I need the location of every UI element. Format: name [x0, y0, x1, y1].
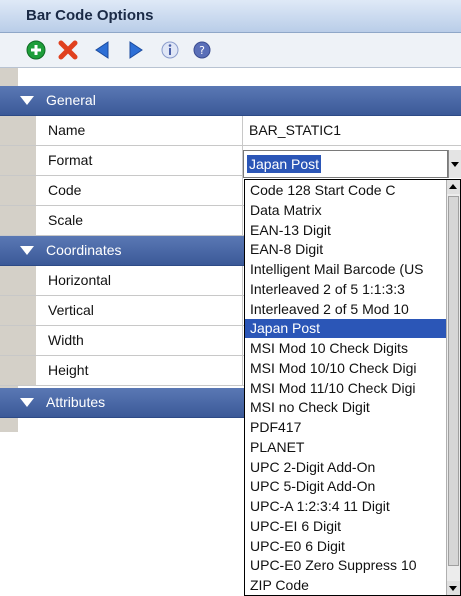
- info-icon[interactable]: [158, 38, 182, 62]
- property-name-cell: Height: [36, 356, 243, 385]
- property-name-cell: Name: [36, 116, 243, 145]
- dropdown-option[interactable]: EAN-13 Digit: [245, 221, 447, 240]
- property-name-cell: Format: [36, 146, 243, 175]
- property-label: Format: [48, 152, 93, 168]
- property-label: Code: [48, 182, 82, 198]
- dropdown-option[interactable]: UPC 5-Digit Add-On: [245, 477, 447, 496]
- category-label: Attributes: [46, 394, 106, 410]
- dropdown-option[interactable]: Interleaved 2 of 5 Mod 10: [245, 300, 447, 319]
- property-name-cell: Vertical: [36, 296, 243, 325]
- row-gutter: [18, 206, 36, 235]
- property-label: Name: [48, 122, 86, 138]
- dropdown-option[interactable]: PDF417: [245, 418, 447, 437]
- dropdown-option[interactable]: UPC-EI 6 Digit: [245, 517, 447, 536]
- property-name-cell: Scale: [36, 206, 243, 235]
- dropdown-scrollbar[interactable]: [446, 180, 460, 595]
- dropdown-option[interactable]: Code 128 Start Code C: [245, 181, 447, 200]
- svg-text:?: ?: [199, 44, 205, 57]
- dropdown-option[interactable]: UPC 2-Digit Add-On: [245, 458, 447, 477]
- row-gutter: [18, 116, 36, 145]
- row-gutter: [18, 356, 36, 385]
- dropdown-option[interactable]: Intelligent Mail Barcode (US: [245, 260, 447, 279]
- property-name-cell: Horizontal: [36, 266, 243, 295]
- category-label: General: [46, 92, 96, 108]
- dropdown-option[interactable]: MSI Mod 11/10 Check Digi: [245, 379, 447, 398]
- dropdown-option[interactable]: Data Matrix: [245, 201, 447, 220]
- dropdown-option[interactable]: UPC-E0 6 Digit: [245, 537, 447, 556]
- add-icon[interactable]: [24, 38, 48, 62]
- row-gutter: [18, 266, 36, 295]
- row-gutter: [18, 296, 36, 325]
- dropdown-option[interactable]: Japan Post: [245, 319, 447, 339]
- back-icon[interactable]: [90, 38, 114, 62]
- row-gutter: [18, 326, 36, 355]
- dropdown-option[interactable]: PLANET: [245, 438, 447, 457]
- format-dropdown-arrow-icon[interactable]: [448, 150, 461, 178]
- collapse-chevron-icon[interactable]: [20, 246, 34, 255]
- property-label: Vertical: [48, 302, 94, 318]
- delete-icon[interactable]: [56, 38, 80, 62]
- format-selected-value: Japan Post: [247, 155, 322, 173]
- property-row-name[interactable]: Name BAR_STATIC1: [0, 116, 461, 146]
- row-gutter: [18, 146, 36, 175]
- collapse-chevron-icon[interactable]: [20, 96, 34, 105]
- row-gutter: [18, 176, 36, 205]
- title-bar: Bar Code Options: [0, 0, 461, 33]
- property-label: Height: [48, 362, 89, 378]
- scroll-down-icon[interactable]: [447, 581, 460, 595]
- dropdown-option[interactable]: MSI Mod 10 Check Digits: [245, 339, 447, 358]
- dropdown-option[interactable]: Interleaved 2 of 5 1:1:3:3: [245, 280, 447, 299]
- dropdown-option[interactable]: ZIP Code: [245, 576, 447, 595]
- dropdown-option[interactable]: UPC-E0 Zero Suppress 10: [245, 556, 447, 575]
- toolbar: ?: [0, 33, 461, 68]
- forward-icon[interactable]: [124, 38, 148, 62]
- property-label: Scale: [48, 212, 84, 228]
- category-general[interactable]: General: [0, 86, 461, 116]
- dropdown-option[interactable]: UPC-A 1:2:3:4 11 Digit: [245, 497, 447, 516]
- dropdown-option[interactable]: MSI no Check Digit: [245, 398, 447, 417]
- dropdown-option[interactable]: MSI Mod 10/10 Check Digi: [245, 359, 447, 378]
- format-combo-input[interactable]: Japan Post: [243, 150, 448, 178]
- dropdown-option[interactable]: EAN-8 Digit: [245, 240, 447, 259]
- property-name-cell: Width: [36, 326, 243, 355]
- property-name-cell: Code: [36, 176, 243, 205]
- category-label: Coordinates: [46, 242, 122, 258]
- scrollbar-thumb[interactable]: [448, 196, 459, 566]
- property-label: Width: [48, 332, 84, 348]
- format-dropdown-list[interactable]: Code 128 Start Code C Data Matrix EAN-13 D…: [244, 179, 461, 596]
- collapse-chevron-icon[interactable]: [20, 398, 34, 407]
- help-icon[interactable]: ?: [190, 38, 214, 62]
- property-label: Horizontal: [48, 272, 112, 288]
- scroll-up-icon[interactable]: [447, 180, 460, 194]
- property-value: BAR_STATIC1: [249, 122, 342, 138]
- property-value-cell[interactable]: BAR_STATIC1: [243, 116, 461, 145]
- window-title: Bar Code Options: [26, 7, 154, 24]
